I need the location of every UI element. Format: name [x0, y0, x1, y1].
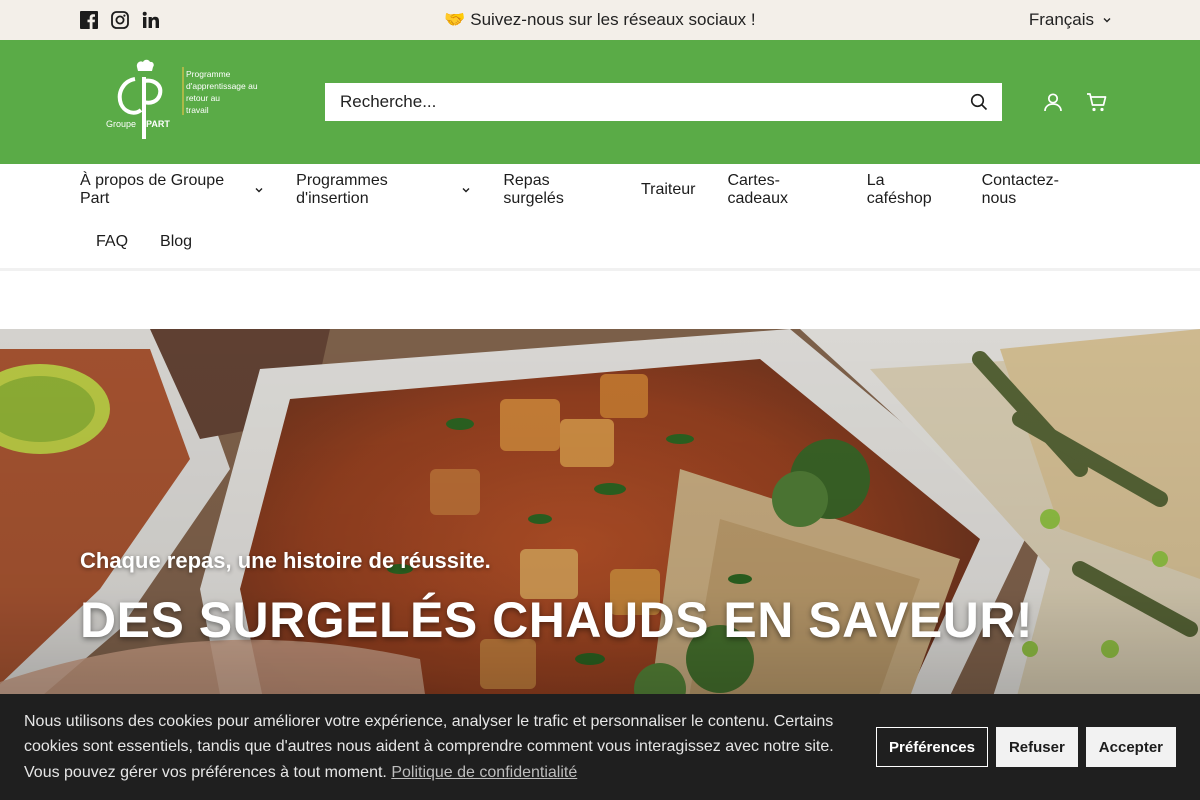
nav-item-traiteur[interactable]: Traiteur — [641, 181, 696, 199]
linkedin-icon[interactable] — [142, 11, 160, 29]
refuse-button[interactable]: Refuser — [995, 727, 1078, 767]
logo-brand-part: PART — [146, 119, 170, 129]
search-icon[interactable] — [968, 91, 990, 113]
accept-button[interactable]: Accepter — [1085, 727, 1176, 767]
logo-tagline-3: retour au — [186, 93, 220, 103]
nav-item-programmes[interactable]: Programmes d'insertion — [296, 172, 471, 208]
nav-item-contact[interactable]: Contactez-nous — [982, 172, 1088, 208]
site-logo[interactable]: Groupe PART Programme d'apprentissage au… — [100, 57, 270, 147]
cart-icon[interactable] — [1086, 91, 1108, 113]
chevron-down-icon — [1102, 10, 1112, 30]
facebook-icon[interactable] — [80, 11, 98, 29]
logo-tagline-1: Programme — [186, 69, 231, 79]
cookie-message: Nous utilisons des cookies pour améliore… — [24, 709, 854, 786]
nav-item-faq[interactable]: FAQ — [96, 233, 128, 251]
announcement-bar: 🤝 Suivez-nous sur les réseaux sociaux ! … — [0, 0, 1200, 40]
nav-item-cafeshop[interactable]: La caféshop — [867, 172, 950, 208]
social-links — [80, 11, 160, 29]
nav-item-label: Programmes d'insertion — [296, 172, 388, 207]
account-icon[interactable] — [1042, 91, 1064, 113]
preferences-button[interactable]: Préférences — [876, 727, 988, 767]
language-selector[interactable]: Français — [1029, 10, 1112, 30]
search-input[interactable] — [340, 92, 968, 112]
hero-subtitle: Chaque repas, une histoire de réussite. — [80, 548, 491, 573]
hero-title: DES SURGELÉS CHAUDS EN SAVEUR! — [80, 592, 1034, 648]
search-bar — [325, 83, 1002, 121]
cookie-actions: Préférences Refuser Accepter — [876, 727, 1176, 767]
nav-item-blog[interactable]: Blog — [160, 233, 192, 251]
cookie-banner: Nous utilisons des cookies pour améliore… — [0, 694, 1200, 800]
chevron-down-icon — [461, 185, 471, 195]
instagram-icon[interactable] — [111, 11, 129, 29]
nav-item-cartes-cadeaux[interactable]: Cartes-cadeaux — [727, 172, 834, 208]
nav-item-label: À propos de Groupe Part — [80, 172, 225, 207]
logo-tagline-2: d'apprentissage au — [186, 81, 258, 91]
main-navigation: À propos de Groupe Part Programmes d'ins… — [0, 164, 1200, 271]
nav-item-about[interactable]: À propos de Groupe Part — [80, 172, 264, 208]
chevron-down-icon — [254, 185, 264, 195]
nav-item-repas-surgeles[interactable]: Repas surgelés — [503, 172, 609, 208]
site-header: Groupe PART Programme d'apprentissage au… — [0, 40, 1200, 164]
logo-tagline-4: travail — [186, 105, 209, 115]
logo-brand-groupe: Groupe — [106, 119, 136, 129]
announcement-text[interactable]: 🤝 Suivez-nous sur les réseaux sociaux ! — [444, 10, 755, 29]
privacy-policy-link[interactable]: Politique de confidentialité — [391, 764, 577, 781]
header-actions — [1042, 91, 1108, 113]
nav-row-primary: À propos de Groupe Part Programmes d'ins… — [80, 164, 1120, 216]
language-label: Français — [1028, 10, 1094, 29]
nav-row-secondary: FAQ Blog — [80, 216, 1120, 268]
logo-graphic: Groupe PART Programme d'apprentissage au… — [106, 59, 258, 139]
